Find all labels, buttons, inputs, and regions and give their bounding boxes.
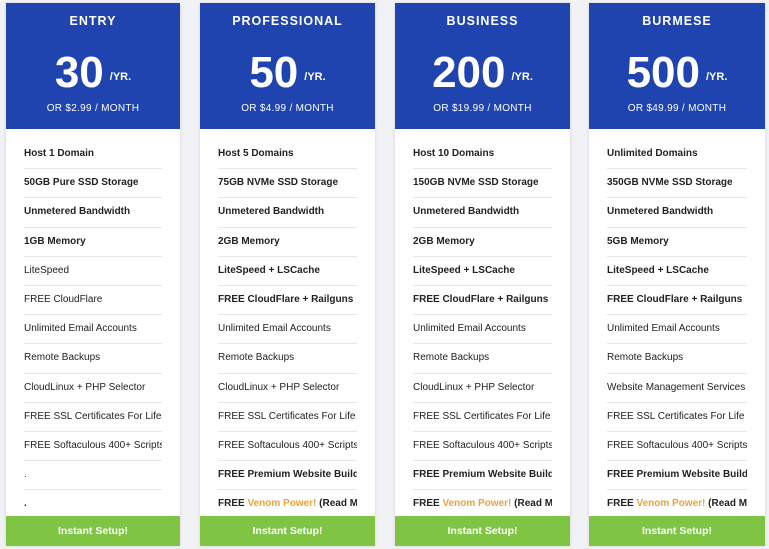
instant-setup-button[interactable]: Instant Setup!: [589, 516, 765, 546]
feature-item: FREE CloudFlare + Railguns: [218, 286, 357, 316]
plan-name: ENTRY: [69, 14, 117, 28]
feature-item: 75GB NVMe SSD Storage: [218, 169, 357, 199]
feature-prefix: FREE: [607, 498, 637, 510]
feature-item: Unlimited Email Accounts: [607, 315, 747, 345]
pricing-table: ENTRY 30 /YR. OR $2.99 / MONTH Host 1 Do…: [0, 0, 769, 549]
feature-item: Unmetered Bandwidth: [218, 198, 357, 228]
feature-item: .: [24, 498, 27, 510]
price-row: 500 /YR.: [589, 51, 765, 95]
feature-item: CloudLinux + PHP Selector: [413, 374, 552, 403]
monthly-price: OR $19.99 / MONTH: [433, 103, 532, 114]
feature-item: Remote Backups: [218, 344, 357, 374]
feature-item: LiteSpeed + LSCache: [413, 257, 552, 286]
feature-item: Remote Backups: [607, 344, 747, 374]
plan-price: 30: [54, 48, 104, 97]
feature-item: LiteSpeed + LSCache: [218, 257, 357, 286]
read-more-link[interactable]: (Read More): [316, 498, 357, 509]
feature-item: FREE Premium Website Builder: [607, 461, 747, 491]
feature-item: Unmetered Bandwidth: [607, 198, 747, 228]
feature-item: FREE SSL Certificates For Life: [218, 403, 357, 432]
plan-card-entry: ENTRY 30 /YR. OR $2.99 / MONTH Host 1 Do…: [6, 3, 180, 546]
feature-item: Host 5 Domains: [218, 140, 357, 170]
plan-name: PROFESSIONAL: [232, 14, 343, 28]
plan-price: 50: [249, 48, 299, 97]
feature-list: Host 10 Domains 150GB NVMe SSD Storage Unm…: [395, 140, 570, 518]
feature-item: FREE Softaculous 400+ Scripts: [24, 432, 162, 462]
feature-list: Unlimited Domains 350GB NVMe SSD Storage U…: [589, 140, 765, 518]
feature-item: FREE Softaculous 400+ Scripts: [218, 432, 357, 462]
venom-power-link[interactable]: Venom Power!: [247, 498, 316, 509]
price-unit: /YR.: [706, 71, 728, 83]
feature-item: CloudLinux + PHP Selector: [24, 374, 162, 403]
price-unit: /YR.: [304, 71, 326, 83]
feature-item: 2GB Memory: [218, 228, 357, 257]
plan-header: BURMESE 500 /YR. OR $49.99 / MONTH: [589, 3, 765, 129]
feature-item: Unmetered Bandwidth: [413, 198, 552, 228]
feature-item: FREE Premium Website Builder: [413, 461, 552, 491]
feature-item: Unlimited Email Accounts: [218, 315, 357, 345]
feature-item: CloudLinux + PHP Selector: [218, 374, 357, 403]
feature-list: Host 5 Domains 75GB NVMe SSD Storage Unmet…: [200, 140, 375, 518]
feature-item: 2GB Memory: [413, 228, 552, 257]
feature-item: FREE Softaculous 400+ Scripts: [607, 432, 747, 462]
feature-item: FREE CloudFlare + Railguns: [413, 286, 552, 316]
plan-price: 200: [432, 48, 506, 97]
feature-item: 1GB Memory: [24, 228, 162, 257]
feature-item: Unmetered Bandwidth: [24, 198, 162, 228]
feature-item: LiteSpeed + LSCache: [607, 257, 747, 286]
feature-item: Unlimited Email Accounts: [413, 315, 552, 345]
feature-list: Host 1 Domain 50GB Pure SSD Storage Unmete…: [6, 140, 180, 518]
feature-item: FREE Softaculous 400+ Scripts: [413, 432, 552, 462]
instant-setup-button[interactable]: Instant Setup!: [6, 516, 180, 546]
plan-header: BUSINESS 200 /YR. OR $19.99 / MONTH: [395, 3, 570, 129]
instant-setup-button[interactable]: Instant Setup!: [395, 516, 570, 546]
plan-name: BUSINESS: [446, 14, 519, 28]
feature-item: FREE SSL Certificates For Life: [607, 403, 747, 432]
feature-item: Remote Backups: [24, 344, 162, 374]
feature-item: 5GB Memory: [607, 228, 747, 257]
feature-item: Remote Backups: [413, 344, 552, 374]
feature-item: Unlimited Email Accounts: [24, 315, 162, 345]
feature-item: LiteSpeed: [24, 257, 162, 286]
feature-item: 350GB NVMe SSD Storage: [607, 169, 747, 199]
price-unit: /YR.: [511, 71, 533, 83]
feature-item: FREE SSL Certificates For Life: [413, 403, 552, 432]
feature-prefix: FREE: [218, 498, 248, 510]
feature-item: FREE CloudFlare: [24, 286, 162, 316]
feature-item: Host 10 Domains: [413, 140, 552, 170]
read-more-link[interactable]: (Read More): [511, 498, 552, 509]
feature-item: FREE Venom Power! (Read More): [413, 490, 552, 518]
monthly-price: OR $4.99 / MONTH: [241, 103, 334, 114]
price-row: 200 /YR.: [395, 51, 570, 95]
monthly-price: OR $49.99 / MONTH: [627, 103, 727, 114]
price-row: 50 /YR.: [200, 51, 375, 95]
feature-item: 50GB Pure SSD Storage: [24, 169, 162, 199]
price-row: 30 /YR.: [6, 51, 180, 95]
monthly-price: OR $2.99 / MONTH: [46, 103, 140, 114]
feature-item: Host 1 Domain: [24, 140, 162, 170]
feature-item: FREE Venom Power! (Read More): [218, 490, 357, 518]
plan-card-burmese: BURMESE 500 /YR. OR $49.99 / MONTH Unlim…: [589, 3, 765, 546]
feature-prefix: FREE: [413, 498, 443, 510]
feature-item: 150GB NVMe SSD Storage: [413, 169, 552, 199]
plan-price: 500: [626, 48, 700, 97]
plan-card-professional: PROFESSIONAL 50 /YR. OR $4.99 / MONTH Ho…: [200, 3, 375, 546]
plan-card-business: BUSINESS 200 /YR. OR $19.99 / MONTH Host…: [395, 3, 570, 546]
plan-header: PROFESSIONAL 50 /YR. OR $4.99 / MONTH: [200, 3, 375, 129]
feature-item: FREE CloudFlare + Railguns: [607, 286, 747, 316]
instant-setup-button[interactable]: Instant Setup!: [200, 516, 375, 546]
feature-item: Website Management Services: [607, 374, 747, 403]
feature-item: FREE Premium Website Builder: [218, 461, 357, 491]
read-more-link[interactable]: (Read More): [705, 498, 747, 509]
venom-power-link[interactable]: Venom Power!: [442, 498, 511, 509]
venom-power-link[interactable]: Venom Power!: [636, 498, 705, 509]
feature-item: FREE SSL Certificates For Life: [24, 403, 162, 432]
feature-item: Unlimited Domains: [607, 140, 747, 170]
feature-item: FREE Venom Power! (Read More): [607, 490, 747, 518]
price-unit: /YR.: [109, 71, 132, 83]
plan-name: BURMESE: [642, 14, 712, 28]
plan-header: ENTRY 30 /YR. OR $2.99 / MONTH: [6, 3, 180, 129]
feature-item: .: [24, 461, 162, 491]
